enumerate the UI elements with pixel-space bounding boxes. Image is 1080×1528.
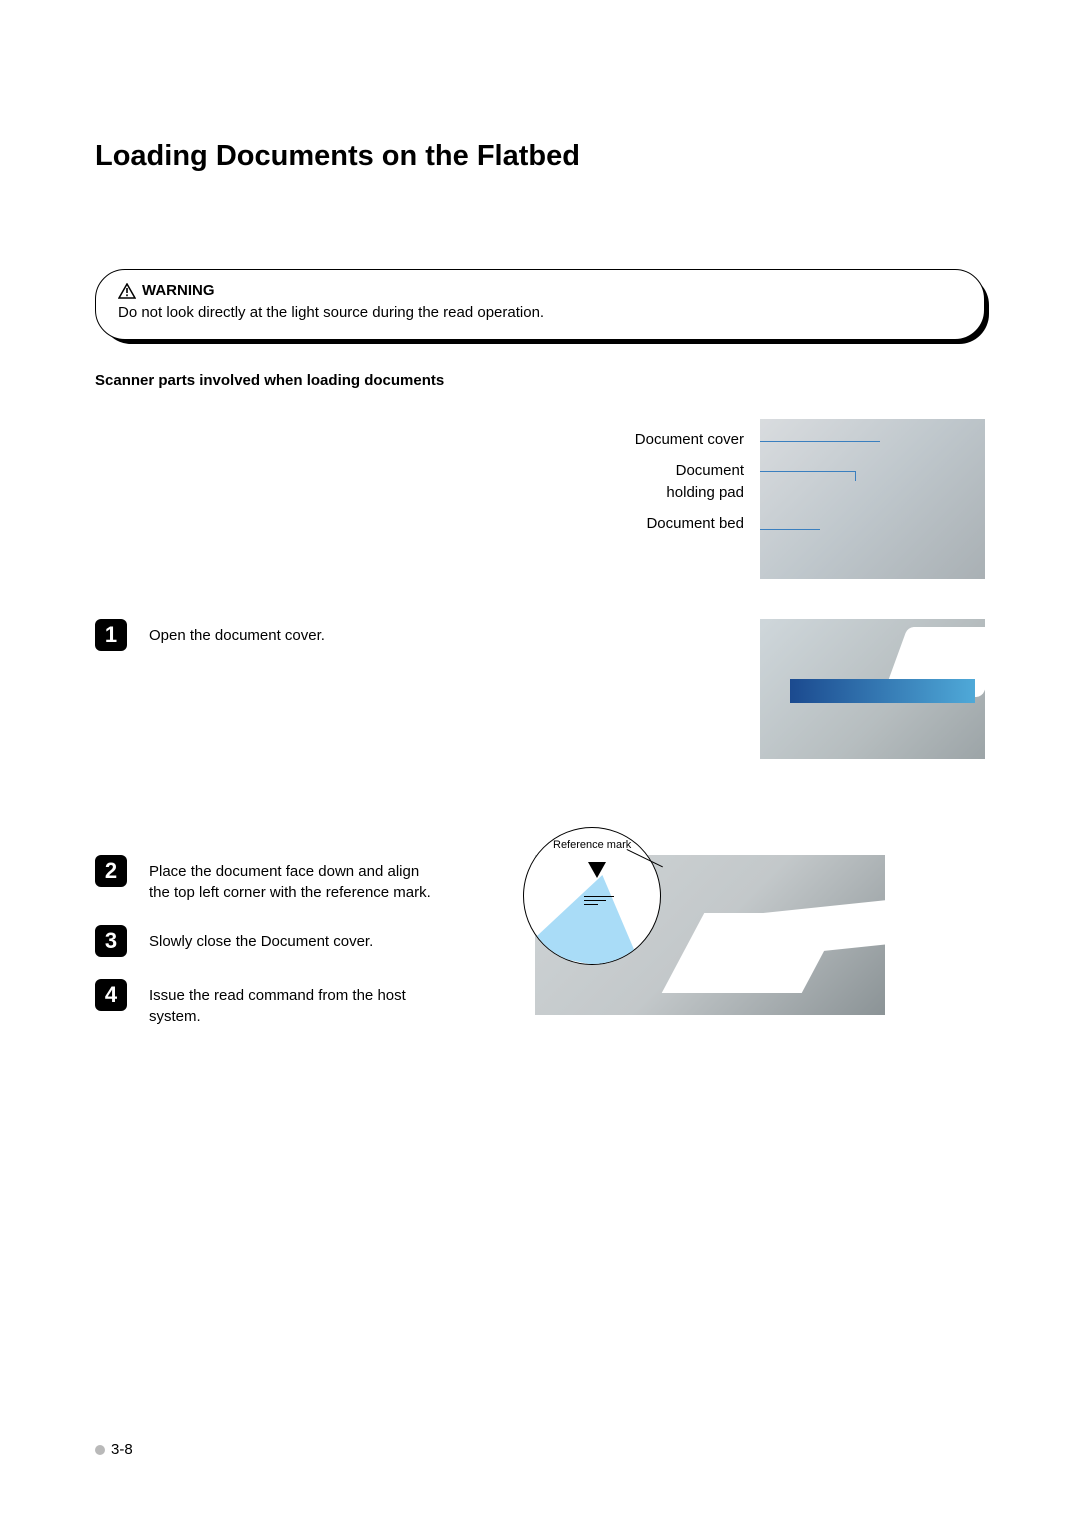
- steps-2-4-column: 2 Place the document face down and align…: [95, 855, 535, 1049]
- leader-line: [760, 471, 855, 472]
- reference-mark-illustration: Reference mark: [535, 855, 885, 1015]
- warning-label: WARNING: [142, 282, 215, 299]
- step-number-badge: 2: [95, 855, 127, 887]
- step-text: Place the document face down and align t…: [149, 855, 434, 903]
- reference-arrow-icon: [588, 862, 606, 878]
- step-text: Issue the read command from the host sys…: [149, 979, 434, 1027]
- parts-labels: Document cover Document holding pad Docu…: [635, 419, 744, 543]
- footer-bullet-icon: [95, 1445, 105, 1455]
- step-item: 2 Place the document face down and align…: [95, 855, 535, 903]
- part-label-pad-line1: Document: [635, 460, 744, 483]
- manual-page: Loading Documents on the Flatbed WARNING…: [0, 0, 1080, 1528]
- scanner-parts-illustration: [760, 419, 985, 579]
- part-label-pad: Document holding pad: [635, 460, 744, 505]
- step-text: Slowly close the Document cover.: [149, 925, 373, 952]
- leader-line: [855, 471, 856, 481]
- step-number-badge: 3: [95, 925, 127, 957]
- document-lines-shape: [584, 896, 616, 908]
- reference-mark-label: Reference mark: [553, 839, 631, 851]
- step-item: 4 Issue the read command from the host s…: [95, 979, 535, 1027]
- hand-shape: [882, 627, 985, 697]
- warning-box: WARNING Do not look directly at the ligh…: [95, 269, 985, 340]
- open-cover-illustration: [760, 619, 985, 759]
- warning-triangle-icon: [118, 283, 136, 299]
- step-1-row: 1 Open the document cover.: [95, 619, 985, 759]
- page-title: Loading Documents on the Flatbed: [95, 140, 985, 173]
- steps-2-4-row: 2 Place the document face down and align…: [95, 855, 985, 1049]
- leader-line: [760, 441, 880, 442]
- step-text: Open the document cover.: [149, 619, 325, 646]
- warning-header: WARNING: [118, 282, 962, 299]
- step-number-badge: 4: [95, 979, 127, 1011]
- leader-line: [760, 529, 820, 530]
- warning-callout: WARNING Do not look directly at the ligh…: [95, 269, 985, 340]
- parts-diagram-row: Document cover Document holding pad Docu…: [95, 419, 985, 579]
- page-number: 3-8: [111, 1441, 133, 1458]
- step-1-left: 1 Open the document cover.: [95, 619, 738, 669]
- step-item: 1 Open the document cover.: [95, 619, 738, 651]
- step-number-badge: 1: [95, 619, 127, 651]
- parts-subheading: Scanner parts involved when loading docu…: [95, 372, 985, 389]
- warning-text: Do not look directly at the light source…: [118, 303, 962, 323]
- part-label-pad-line2: holding pad: [635, 482, 744, 505]
- step-item: 3 Slowly close the Document cover.: [95, 925, 535, 957]
- page-footer: 3-8: [95, 1441, 133, 1458]
- part-label-cover: Document cover: [635, 429, 744, 452]
- part-label-bed: Document bed: [635, 513, 744, 536]
- spacer: [95, 799, 985, 855]
- hand-shape: [745, 900, 899, 959]
